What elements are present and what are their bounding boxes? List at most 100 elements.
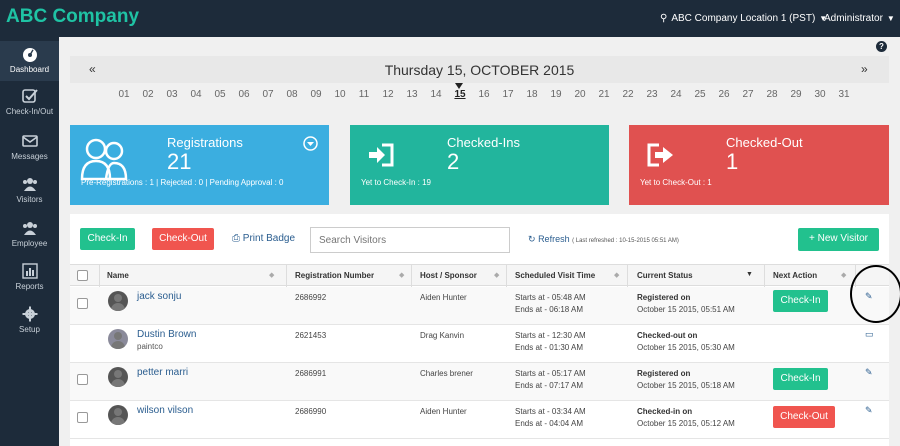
users-icon bbox=[22, 178, 37, 191]
day-26[interactable]: 26 bbox=[712, 89, 736, 100]
day-24[interactable]: 24 bbox=[664, 89, 688, 100]
table-row[interactable]: petter marri 2686991 Charles brener Star… bbox=[70, 363, 889, 401]
day-06[interactable]: 06 bbox=[232, 89, 256, 100]
row-checkin-button[interactable]: Check-In bbox=[773, 290, 828, 312]
visit-start: Starts at - 12:30 AM bbox=[515, 331, 586, 340]
card-title: Registrations bbox=[167, 135, 243, 150]
location-selector[interactable]: ⚲ ABC Company Location 1 (PST) ▼ bbox=[660, 13, 827, 24]
day-23[interactable]: 23 bbox=[640, 89, 664, 100]
visitor-name-link[interactable]: petter marri bbox=[137, 367, 188, 378]
checked-ins-card[interactable]: Checked-Ins 2 Yet to Check-In : 19 bbox=[350, 125, 609, 205]
sort-desc-icon[interactable]: ▼ bbox=[746, 271, 753, 278]
help-icon[interactable]: ? bbox=[876, 41, 887, 52]
sort-icon[interactable]: ◆ bbox=[841, 271, 846, 279]
bar-chart-icon bbox=[21, 263, 38, 279]
registrations-card[interactable]: Registrations 21 Pre-Registrations : 1 |… bbox=[70, 125, 329, 205]
table-row[interactable]: jack sonju 2686992 Aiden Hunter Starts a… bbox=[70, 287, 889, 325]
day-02[interactable]: 02 bbox=[136, 89, 160, 100]
sidebar-item-employee[interactable]: Employee bbox=[0, 215, 59, 255]
day-29[interactable]: 29 bbox=[784, 89, 808, 100]
column-header-status[interactable]: Current Status bbox=[637, 271, 693, 280]
table-row[interactable]: Dustin Brown paintco 2621453 Drag Kanvin… bbox=[70, 325, 889, 363]
chevron-down-circle-icon[interactable] bbox=[303, 136, 318, 151]
sort-icon[interactable]: ◆ bbox=[269, 271, 274, 279]
table-row[interactable]: wilson vilson 2686990 Aiden Hunter Start… bbox=[70, 401, 889, 439]
sort-icon[interactable]: ◆ bbox=[614, 271, 619, 279]
day-05[interactable]: 05 bbox=[208, 89, 232, 100]
day-28[interactable]: 28 bbox=[760, 89, 784, 100]
sidebar-item-reports[interactable]: Reports bbox=[0, 258, 59, 298]
checkin-button[interactable]: Check-In bbox=[80, 228, 135, 250]
day-30[interactable]: 30 bbox=[808, 89, 832, 100]
visitor-name-link[interactable]: jack sonju bbox=[137, 291, 181, 302]
checked-out-card[interactable]: Checked-Out 1 Yet to Check-Out : 1 bbox=[629, 125, 889, 205]
day-10[interactable]: 10 bbox=[328, 89, 352, 100]
current-date-title: Thursday 15, OCTOBER 2015 bbox=[384, 62, 575, 78]
day-01[interactable]: 01 bbox=[112, 89, 136, 100]
print-badge-button[interactable]: ⎙ Print Badge bbox=[232, 233, 295, 244]
day-13[interactable]: 13 bbox=[400, 89, 424, 100]
day-31[interactable]: 31 bbox=[832, 89, 856, 100]
day-15[interactable]: 15 bbox=[448, 89, 472, 100]
day-07[interactable]: 07 bbox=[256, 89, 280, 100]
sidebar-item-messages[interactable]: Messages bbox=[0, 128, 59, 168]
envelope-icon bbox=[21, 135, 38, 147]
status-label: Registered on bbox=[637, 369, 691, 378]
sort-icon[interactable]: ◆ bbox=[399, 271, 404, 279]
day-04[interactable]: 04 bbox=[184, 89, 208, 100]
column-divider bbox=[411, 265, 412, 287]
sort-icon[interactable]: ◆ bbox=[494, 271, 499, 279]
print-badge-label: Print Badge bbox=[242, 233, 296, 244]
checkout-button[interactable]: Check-Out bbox=[152, 228, 214, 250]
last-refreshed-text: ( Last refreshed : 10-15-2015 05:51 AM) bbox=[572, 238, 679, 244]
day-09[interactable]: 09 bbox=[304, 89, 328, 100]
row-checkbox[interactable] bbox=[77, 412, 88, 423]
select-all-checkbox[interactable] bbox=[77, 270, 88, 281]
row-checkbox[interactable] bbox=[77, 374, 88, 385]
day-19[interactable]: 19 bbox=[544, 89, 568, 100]
sidebar-item-visitors[interactable]: Visitors bbox=[0, 171, 59, 211]
sidebar-item-setup[interactable]: Setup bbox=[0, 301, 59, 341]
search-visitors-input[interactable] bbox=[310, 227, 510, 253]
row-checkbox[interactable] bbox=[77, 298, 88, 309]
day-17[interactable]: 17 bbox=[496, 89, 520, 100]
brand-logo[interactable]: ABC Company bbox=[6, 6, 139, 28]
laptop-icon[interactable]: ▭ bbox=[865, 329, 874, 340]
day-08[interactable]: 08 bbox=[280, 89, 304, 100]
day-03[interactable]: 03 bbox=[160, 89, 184, 100]
row-checkin-button[interactable]: Check-In bbox=[773, 368, 828, 390]
day-18[interactable]: 18 bbox=[520, 89, 544, 100]
column-header-host[interactable]: Host / Sponsor bbox=[420, 271, 477, 280]
column-header-name[interactable]: Name bbox=[107, 271, 129, 280]
top-bar: ABC Company ⚲ ABC Company Location 1 (PST… bbox=[0, 0, 900, 37]
refresh-label: Refresh bbox=[538, 234, 570, 244]
day-25[interactable]: 25 bbox=[688, 89, 712, 100]
sidebar-item-dashboard[interactable]: Dashboard bbox=[0, 41, 59, 81]
day-21[interactable]: 21 bbox=[592, 89, 616, 100]
row-checkout-button[interactable]: Check-Out bbox=[773, 406, 835, 428]
sidebar-item-label: Employee bbox=[11, 239, 48, 248]
sign-in-icon bbox=[369, 143, 394, 167]
day-27[interactable]: 27 bbox=[736, 89, 760, 100]
status-date: October 15 2015, 05:18 AM bbox=[637, 381, 735, 390]
refresh-button[interactable]: ↻ Refresh ( Last refreshed : 10-15-2015 … bbox=[528, 234, 679, 245]
day-16[interactable]: 16 bbox=[472, 89, 496, 100]
next-month-button[interactable]: » bbox=[861, 62, 868, 76]
day-11[interactable]: 11 bbox=[352, 89, 376, 100]
visitor-name-link[interactable]: Dustin Brown bbox=[137, 329, 196, 340]
user-menu[interactable]: Administrator ▼ bbox=[824, 13, 895, 24]
edit-icon[interactable]: ✎ bbox=[865, 367, 873, 378]
day-20[interactable]: 20 bbox=[568, 89, 592, 100]
day-22[interactable]: 22 bbox=[616, 89, 640, 100]
column-divider bbox=[627, 265, 628, 287]
visitor-name-link[interactable]: wilson vilson bbox=[137, 405, 193, 416]
registration-number: 2686991 bbox=[295, 369, 327, 378]
column-header-scheduled[interactable]: Scheduled Visit Time bbox=[515, 271, 595, 280]
status-date: October 15 2015, 05:12 AM bbox=[637, 419, 735, 428]
column-header-registration[interactable]: Registration Number bbox=[295, 271, 374, 280]
edit-icon[interactable]: ✎ bbox=[865, 405, 873, 416]
day-14[interactable]: 14 bbox=[424, 89, 448, 100]
new-visitor-button[interactable]: + New Visitor bbox=[798, 228, 879, 251]
day-12[interactable]: 12 bbox=[376, 89, 400, 100]
sidebar-item-checkin[interactable]: Check-In/Out bbox=[0, 83, 59, 123]
